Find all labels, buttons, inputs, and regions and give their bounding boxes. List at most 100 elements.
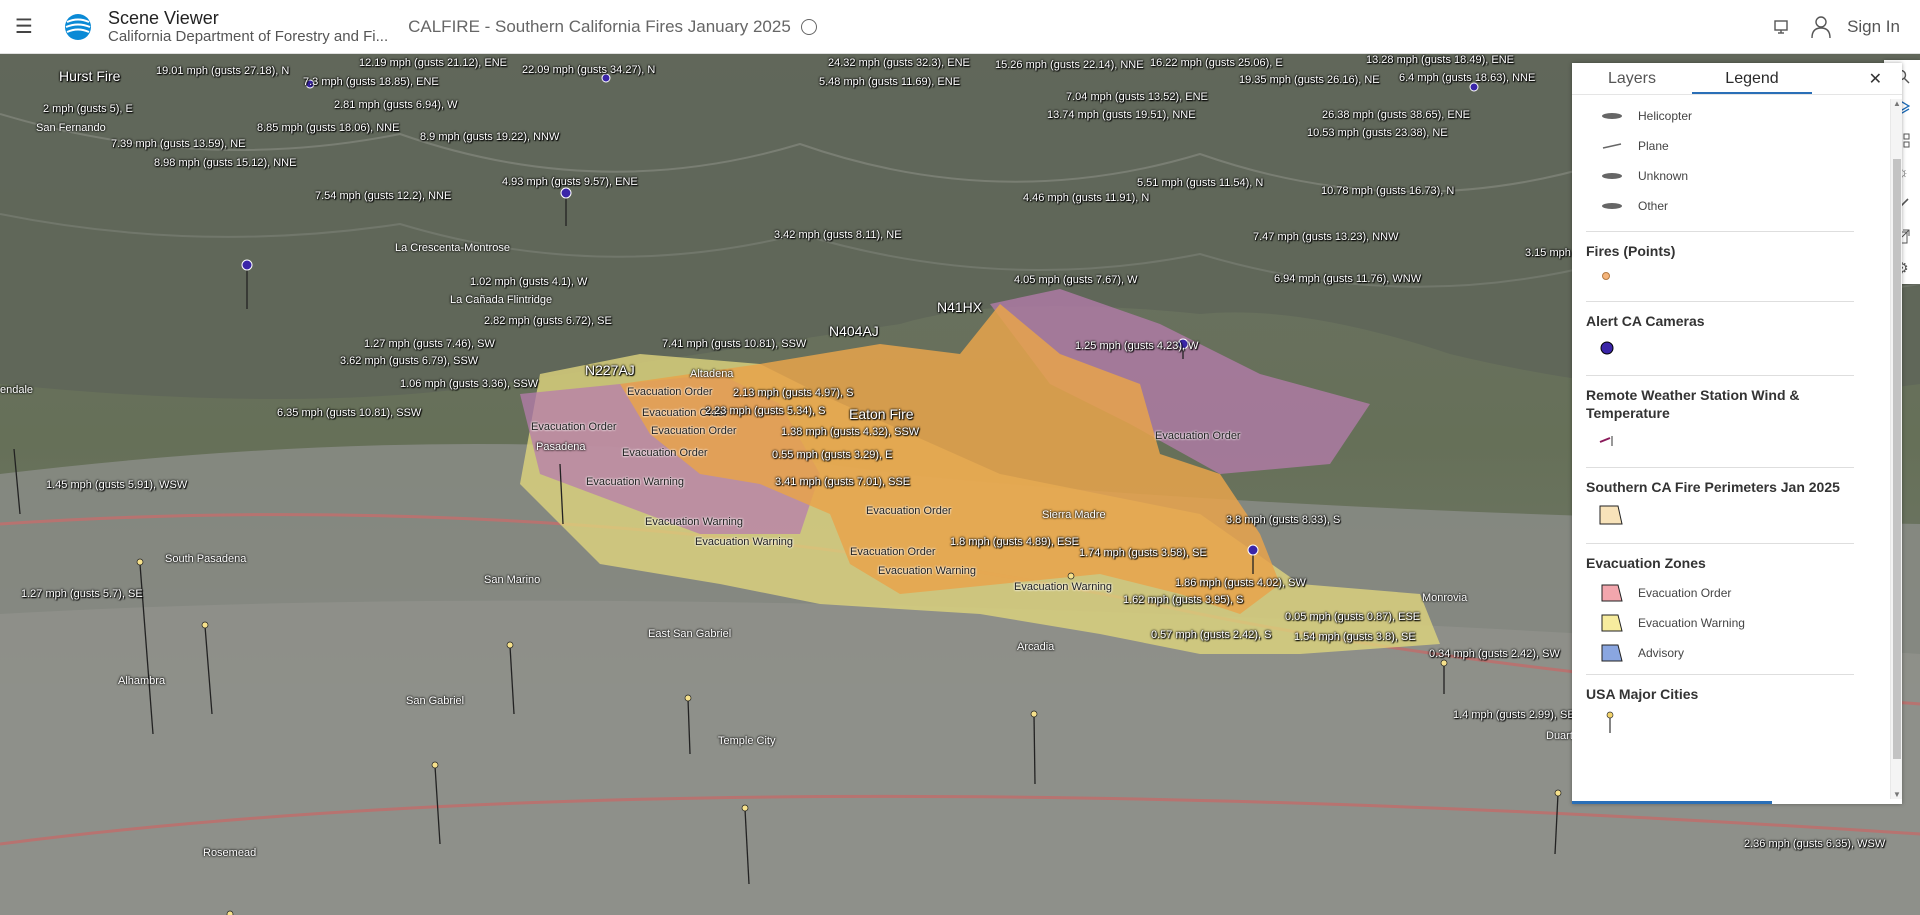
scroll-down-icon[interactable]: ▼	[1893, 790, 1901, 799]
wind-label[interactable]: 1.62 mph (gusts 3.95), S	[1123, 594, 1243, 606]
wind-label[interactable]: 7.3 mph (gusts 18.85), ENE	[303, 76, 439, 88]
wind-label[interactable]: 7.04 mph (gusts 13.52), ENE	[1066, 91, 1208, 103]
wind-label[interactable]: 13.74 mph (gusts 19.51), NNE	[1047, 109, 1196, 121]
wind-label[interactable]: 24.32 mph (gusts 32.3), ENE	[828, 57, 970, 69]
swatch-icon	[1600, 613, 1624, 633]
wind-label[interactable]: 1.45 mph (gusts 5.91), WSW	[46, 479, 187, 491]
wind-label[interactable]: 15.26 mph (gusts 22.14), NNE	[995, 59, 1144, 71]
tab-legend[interactable]: Legend	[1692, 63, 1812, 94]
wind-label[interactable]: 0.57 mph (gusts 2.42), S	[1151, 629, 1271, 641]
wind-label[interactable]: 4.93 mph (gusts 9.57), ENE	[502, 176, 638, 188]
aircraft-label[interactable]: N227AJ	[585, 363, 635, 377]
wind-label[interactable]: 13.28 mph (gusts 18.49), ENE	[1366, 54, 1514, 66]
wind-label[interactable]: 5.48 mph (gusts 11.69), ENE	[819, 76, 960, 88]
wind-label[interactable]: 8.85 mph (gusts 18.06), NNE	[257, 122, 399, 134]
wind-label[interactable]: 0.55 mph (gusts 3.29), E	[772, 449, 892, 461]
wind-label[interactable]: 2.82 mph (gusts 6.72), SE	[484, 315, 612, 327]
fire-label-hurst[interactable]: Hurst Fire	[59, 69, 120, 83]
legend-section-evac: Evacuation Zones Evacuation Order Evacua…	[1586, 543, 1854, 674]
wind-label[interactable]: 8.9 mph (gusts 19.22), NNW	[420, 131, 559, 143]
evac-zone-label: Evacuation Order	[1155, 430, 1241, 442]
tab-layers[interactable]: Layers	[1572, 63, 1692, 94]
app-title-block: Scene Viewer California Department of Fo…	[108, 8, 388, 46]
city-label: Temple City	[718, 735, 776, 747]
wind-label[interactable]: 1.25 mph (gusts 4.23), W	[1075, 340, 1199, 352]
aircraft-label[interactable]: N41HX	[937, 300, 982, 314]
app-title: Scene Viewer	[108, 7, 219, 28]
wind-label[interactable]: 2 mph (gusts 5), E	[43, 103, 133, 115]
wind-label[interactable]: 1.8 mph (gusts 4.89), ESE	[950, 536, 1079, 548]
evac-zone-label: Evacuation Order	[850, 546, 936, 558]
legend-section-cameras: Alert CA Cameras	[1586, 301, 1854, 375]
wind-label[interactable]: 1.54 mph (gusts 3.8), SE	[1294, 631, 1416, 643]
scrollbar-thumb[interactable]	[1893, 159, 1901, 759]
city-label: Monrovia	[1422, 592, 1468, 604]
wind-label[interactable]: 12.19 mph (gusts 21.12), ENE	[359, 57, 507, 69]
wind-label[interactable]: 2.23 mph (gusts 5.34), S	[705, 405, 825, 417]
wind-label[interactable]: 7.54 mph (gusts 12.2), NNE	[315, 190, 451, 202]
loading-progress-bar	[1572, 801, 1772, 804]
wind-label[interactable]: 10.78 mph (gusts 16.73), N	[1321, 185, 1454, 197]
aircraft-icon	[1600, 106, 1624, 126]
wind-label[interactable]: 2.81 mph (gusts 6.94), W	[334, 99, 458, 111]
wind-label[interactable]: 4.46 mph (gusts 11.91), N	[1023, 192, 1149, 204]
legend-item-label: Unknown	[1638, 169, 1689, 183]
present-icon[interactable]	[1761, 0, 1801, 54]
wind-label[interactable]: 6.94 mph (gusts 11.76), WNW	[1274, 273, 1421, 285]
wind-label[interactable]: 1.27 mph (gusts 5.7), SE	[21, 588, 143, 600]
wind-label[interactable]: 3.8 mph (gusts 8.33), S	[1226, 514, 1340, 526]
perimeter-swatch-icon	[1599, 505, 1623, 525]
wind-label[interactable]: 2.13 mph (gusts 4.97), S	[733, 387, 853, 399]
wind-label[interactable]: 1.86 mph (gusts 4.02), SW	[1175, 577, 1306, 589]
wind-label[interactable]: 1.27 mph (gusts 7.46), SW	[364, 338, 495, 350]
wind-label[interactable]: 1.06 mph (gusts 3.36), SSW	[400, 378, 538, 390]
evac-zone-label: Evacuation Warning	[586, 476, 685, 488]
legend-item-unknown: Unknown	[1586, 161, 1854, 191]
wind-label[interactable]: 1.38 mph (gusts 4.32), SSW	[781, 426, 919, 438]
wind-label[interactable]: 19.01 mph (gusts 27.18), N	[156, 65, 289, 77]
wind-label[interactable]: 26.38 mph (gusts 38.65), ENE	[1322, 109, 1470, 121]
aircraft-label[interactable]: N404AJ	[829, 324, 879, 338]
wind-label[interactable]: 10.53 mph (gusts 23.38), NE	[1307, 127, 1448, 139]
wind-label[interactable]: 7.41 mph (gusts 10.81), SSW	[662, 338, 806, 350]
app-logo-icon	[65, 13, 91, 40]
close-icon[interactable]: ✕	[1869, 69, 1882, 89]
wind-label[interactable]: 1.4 mph (gusts 2.99), SE	[1453, 709, 1575, 721]
wind-label[interactable]: 19.35 mph (gusts 26.16), NE	[1239, 74, 1380, 86]
wind-label[interactable]: 7.47 mph (gusts 13.23), NNW	[1253, 231, 1399, 243]
wind-label[interactable]: 4.05 mph (gusts 7.67), W	[1014, 274, 1138, 286]
evac-zone-label: Evacuation Order	[622, 447, 708, 459]
wind-label[interactable]: 1.74 mph (gusts 3.58), SE	[1079, 547, 1207, 559]
legend-item-label: Evacuation Order	[1638, 586, 1732, 600]
legend-item-evac-warning: Evacuation Warning	[1586, 608, 1854, 638]
legend-section-perimeters: Southern CA Fire Perimeters Jan 2025	[1586, 467, 1854, 543]
wind-label[interactable]: 1.02 mph (gusts 4.1), W	[470, 276, 587, 288]
wind-label[interactable]: 3.42 mph (gusts 8.11), NE	[774, 229, 902, 241]
wind-label[interactable]: 8.98 mph (gusts 15.12), NNE	[154, 157, 296, 169]
wind-label[interactable]: 16.22 mph (gusts 25.06), E	[1150, 57, 1283, 69]
city-label: San Marino	[484, 574, 541, 586]
wind-label[interactable]: 3.41 mph (gusts 7.01), SSE	[775, 476, 910, 488]
wind-label[interactable]: 6.35 mph (gusts 10.81), SSW	[277, 407, 421, 419]
wind-label[interactable]: 0.05 mph (gusts 0.87), ESE	[1285, 611, 1420, 623]
wind-label[interactable]: 0.34 mph (gusts 2.42), SW	[1429, 648, 1560, 660]
fire-label-eaton[interactable]: Eaton Fire	[849, 407, 914, 421]
wind-label[interactable]: 6.4 mph (gusts 18.63), NNE	[1399, 72, 1535, 84]
user-icon[interactable]	[1801, 0, 1841, 54]
wind-label[interactable]: 3.15 mph	[1525, 247, 1571, 259]
wind-label[interactable]: 22.09 mph (gusts 34.27), N	[522, 64, 655, 76]
panel-tabs: Layers Legend ✕	[1572, 63, 1902, 95]
legend-list: Helicopter Plane Unknown Other Fires (Po…	[1572, 95, 1864, 795]
wind-label[interactable]: 7.39 mph (gusts 13.59), NE	[111, 138, 246, 150]
scroll-up-icon[interactable]: ▲	[1893, 99, 1901, 108]
scene-info-icon[interactable]	[800, 18, 817, 35]
legend-section-title: Evacuation Zones	[1586, 555, 1706, 571]
legend-scrollbar[interactable]: ▲ ▼	[1890, 99, 1902, 799]
sign-in-link[interactable]: Sign In	[1847, 17, 1900, 37]
wind-label[interactable]: 5.51 mph (gusts 11.54), N	[1137, 177, 1263, 189]
city-label: endale	[0, 384, 34, 396]
wind-label[interactable]: 2.36 mph (gusts 6.35), WSW	[1744, 838, 1885, 850]
menu-icon[interactable]: ☰	[0, 0, 48, 54]
scene-title: CALFIRE - Southern California Fires Janu…	[408, 16, 791, 36]
wind-label[interactable]: 3.62 mph (gusts 6.79), SSW	[340, 355, 478, 367]
